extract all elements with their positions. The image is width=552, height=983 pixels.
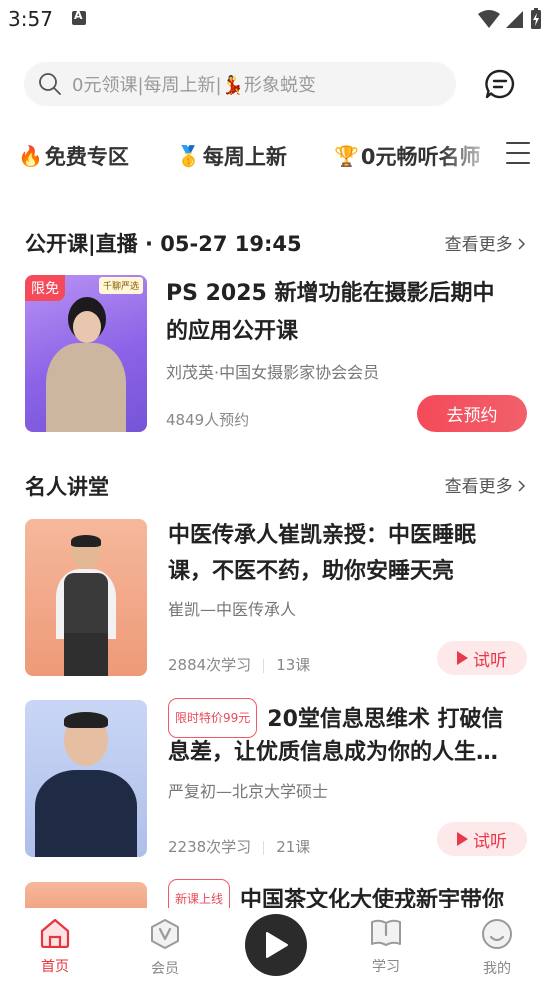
course-title-line2[interactable]: 息差，让优质信息成为你的人生… <box>168 735 498 771</box>
search-icon <box>39 73 61 95</box>
course-learners: 2884次学习 <box>168 656 252 674</box>
bottom-nav: 首页 会员 学习 我的 <box>0 908 552 983</box>
trophy-icon: 🏆 <box>334 144 359 168</box>
status-icons <box>478 8 542 30</box>
speaker-photo <box>46 535 126 676</box>
try-listen-button[interactable]: 试听 <box>437 641 527 675</box>
chevron-right-icon <box>518 238 526 250</box>
nav-profile[interactable]: 我的 <box>467 918 527 978</box>
brand-badge: 千聊严选 <box>98 277 143 294</box>
play-icon <box>457 651 468 665</box>
battery-icon <box>531 8 541 29</box>
message-icon[interactable] <box>484 68 516 100</box>
course-thumbnail[interactable] <box>25 519 147 676</box>
live-course-title-line1[interactable]: PS 2025 新增功能在摄影后期中 <box>166 276 495 312</box>
course-speaker: 崔凯—中医传承人 <box>168 600 297 619</box>
live-course-reservations: 4849人预约 <box>166 411 250 429</box>
discount-tag: 限时特价99元 <box>168 698 258 738</box>
celebrity-see-more[interactable]: 查看更多 <box>445 472 526 497</box>
nav-label: 会员 <box>151 961 179 977</box>
live-course-speaker: 刘茂英·中国女摄影家协会会员 <box>166 363 380 382</box>
course-title-line1[interactable]: 限时特价99元 20堂信息思维术 打破信 <box>168 698 504 738</box>
status-time: 3:57 <box>8 7 53 31</box>
category-nav: 🔥 免费专区 🥇 每周上新 🏆 0元畅听名师 <box>0 136 552 176</box>
notification-icon <box>72 9 86 25</box>
medal-icon: 🥇 <box>176 144 201 168</box>
course-thumbnail[interactable] <box>25 700 147 857</box>
celebrity-section-title: 名人讲堂 <box>25 475 109 499</box>
play-icon <box>266 932 288 958</box>
fire-icon: 🔥 <box>18 144 43 168</box>
nav-home[interactable]: 首页 <box>25 918 85 976</box>
course-lessons: 13课 <box>276 656 311 674</box>
category-weekly-new[interactable]: 🥇 每周上新 <box>176 136 287 176</box>
vip-icon <box>151 919 179 949</box>
live-course-title-line2[interactable]: 的应用公开课 <box>166 314 298 350</box>
signal-icon <box>506 11 523 28</box>
category-label: 每周上新 <box>202 145 287 169</box>
course-meta: 2238次学习 21课 <box>168 836 310 857</box>
live-course-thumbnail[interactable]: 限免 千聊严选 <box>25 275 147 432</box>
live-see-more[interactable]: 查看更多 <box>445 230 526 255</box>
course-speaker: 严复初—北京大学硕士 <box>168 782 329 801</box>
try-listen-button[interactable]: 试听 <box>437 822 527 856</box>
menu-icon[interactable] <box>506 142 532 168</box>
category-free[interactable]: 🔥 免费专区 <box>18 136 129 176</box>
live-section-title: 公开课|直播 · 05-27 19:45 <box>25 232 302 256</box>
course-lessons: 21课 <box>276 838 311 856</box>
course-title-line1[interactable]: 中医传承人崔凯亲授：中医睡眠 <box>168 518 476 554</box>
category-label: 免费专区 <box>44 145 129 169</box>
nav-study[interactable]: 学习 <box>356 918 416 976</box>
search-placeholder: 0元领课|每周上新|💃形象蜕变 <box>72 75 316 96</box>
nav-label: 首页 <box>41 959 69 975</box>
play-icon <box>457 832 468 846</box>
reserve-button[interactable]: 去预约 <box>417 395 527 432</box>
home-icon <box>40 918 70 949</box>
nav-vip[interactable]: 会员 <box>135 918 195 978</box>
status-bar: 3:57 <box>0 0 552 38</box>
player-button[interactable] <box>245 914 307 976</box>
nav-label: 学习 <box>372 959 400 975</box>
chevron-right-icon <box>518 480 526 492</box>
speaker-photo <box>36 285 136 432</box>
profile-icon <box>482 919 512 949</box>
wifi-icon <box>478 10 500 28</box>
search-bar[interactable]: 0元领课|每周上新|💃形象蜕变 <box>24 62 456 106</box>
course-meta: 2884次学习 13课 <box>168 654 310 675</box>
free-badge: 限免 <box>25 275 65 301</box>
course-title-line2[interactable]: 课，不医不药，助你安睡天亮 <box>168 554 454 590</box>
course-thumbnail[interactable] <box>25 882 147 908</box>
book-icon <box>371 919 401 946</box>
speaker-photo <box>31 712 141 857</box>
nav-label: 我的 <box>483 961 511 977</box>
course-learners: 2238次学习 <box>168 838 252 856</box>
